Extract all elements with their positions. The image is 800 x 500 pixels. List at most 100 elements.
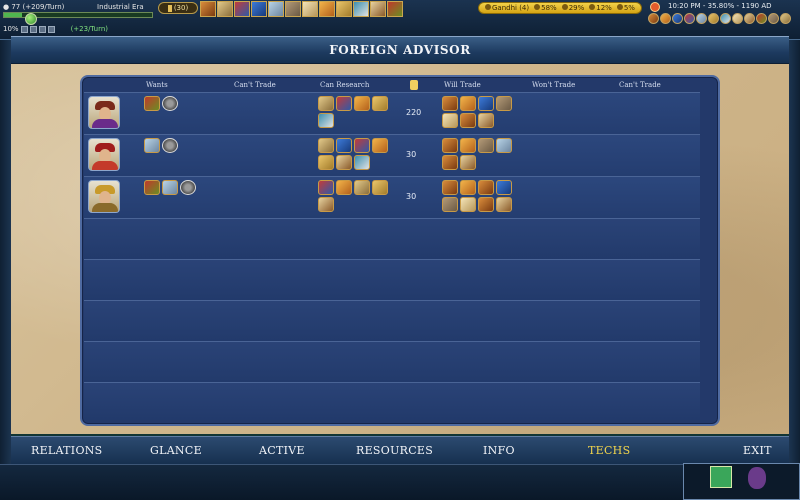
flag-icon[interactable] xyxy=(336,96,352,111)
wheat-icon[interactable] xyxy=(318,155,334,170)
culture-rate: (+23/Turn) xyxy=(70,25,108,33)
bread-icon[interactable] xyxy=(372,138,388,153)
compass-icon[interactable] xyxy=(336,155,352,170)
tech-apple-icon[interactable] xyxy=(387,1,403,17)
wheat-icon[interactable] xyxy=(372,96,388,111)
flag-icon[interactable] xyxy=(318,180,334,195)
compass-icon[interactable] xyxy=(162,138,178,153)
civ-icon xyxy=(485,4,491,10)
tech-bread-icon[interactable] xyxy=(319,1,335,17)
globe-icon[interactable] xyxy=(25,13,37,25)
gold-readout: ● 77 (+209/Turn) xyxy=(3,3,64,11)
tab-info[interactable]: INFO xyxy=(483,444,515,457)
tab-relations[interactable]: RELATIONS xyxy=(31,444,103,457)
flask-icon xyxy=(167,4,172,12)
scroll-icon[interactable] xyxy=(442,113,458,128)
tech-fish-icon[interactable] xyxy=(353,1,369,17)
civics-advisor-icon[interactable] xyxy=(672,13,683,24)
horse-icon[interactable] xyxy=(478,197,494,212)
tech-wheat-icon[interactable] xyxy=(336,1,352,17)
shield-icon[interactable] xyxy=(478,96,494,111)
gold-rate: 58% xyxy=(534,4,557,12)
main-menu-icon[interactable] xyxy=(650,2,660,12)
horse-icon[interactable] xyxy=(478,180,494,195)
tab-glance[interactable]: GLANCE xyxy=(150,444,202,457)
compass-icon[interactable] xyxy=(162,96,178,111)
stone-icon[interactable] xyxy=(496,96,512,111)
foreign-advisor-icon[interactable] xyxy=(684,13,695,24)
column-headers: Wants Can't Trade Can Research Will Trad… xyxy=(82,79,718,93)
leader-portrait-2[interactable] xyxy=(88,138,120,171)
finance-advisor-icon[interactable] xyxy=(660,13,671,24)
tab-techs[interactable]: TECHS xyxy=(588,444,630,457)
tech-flag-icon[interactable] xyxy=(234,1,250,17)
apple-icon[interactable] xyxy=(144,180,160,195)
bread-icon[interactable] xyxy=(336,180,352,195)
tech-advisor-icon[interactable] xyxy=(708,13,719,24)
bread-icon[interactable] xyxy=(460,96,476,111)
advisor-icons xyxy=(648,13,791,24)
wheat-icon[interactable] xyxy=(372,180,388,195)
fish-icon[interactable] xyxy=(318,113,334,128)
tech-scroll-icon[interactable] xyxy=(302,1,318,17)
horse-icon[interactable] xyxy=(442,155,458,170)
horse-icon[interactable] xyxy=(442,96,458,111)
gold-per-turn-value: 30 xyxy=(406,150,417,159)
slider-minus-button-2[interactable] xyxy=(38,25,46,33)
compass-icon[interactable] xyxy=(460,155,476,170)
tab-active[interactable]: ACTIVE xyxy=(259,444,305,457)
horse-icon[interactable] xyxy=(460,113,476,128)
tab-resources[interactable]: RESOURCES xyxy=(356,444,433,457)
scroll-icon[interactable] xyxy=(460,197,476,212)
commerce-slider-bar[interactable]: Gandhi (4) 58% 29% 12% 5% xyxy=(478,2,642,14)
info-advisor-icon[interactable] xyxy=(744,13,755,24)
leader-portrait-1[interactable] xyxy=(88,96,120,129)
minimap[interactable] xyxy=(683,463,800,500)
stone-icon[interactable] xyxy=(478,138,494,153)
military-advisor-icon[interactable] xyxy=(696,13,707,24)
victory-advisor-icon[interactable] xyxy=(732,13,743,24)
gears-icon[interactable] xyxy=(144,138,160,153)
compass-icon[interactable] xyxy=(478,113,494,128)
compass-icon[interactable] xyxy=(318,197,334,212)
shield-icon[interactable] xyxy=(336,138,352,153)
tech-stone-icon[interactable] xyxy=(285,1,301,17)
religion-advisor-icon[interactable] xyxy=(720,13,731,24)
columns-icon[interactable] xyxy=(354,180,370,195)
exit-button[interactable]: EXIT xyxy=(743,444,772,457)
shield-icon[interactable] xyxy=(496,180,512,195)
fish-icon[interactable] xyxy=(354,155,370,170)
tech-horse-icon[interactable] xyxy=(200,1,216,17)
gears-icon[interactable] xyxy=(162,180,178,195)
tech-compass-icon[interactable] xyxy=(370,1,386,17)
bread-icon[interactable] xyxy=(460,180,476,195)
stone-icon[interactable] xyxy=(442,197,458,212)
horse-icon[interactable] xyxy=(442,180,458,195)
horse-icon[interactable] xyxy=(442,138,458,153)
slider-plus-button-2[interactable] xyxy=(47,25,55,33)
corporation-advisor-icon[interactable] xyxy=(768,13,779,24)
columns-icon[interactable] xyxy=(318,138,334,153)
tech-columns-icon[interactable] xyxy=(217,1,233,17)
bread-icon[interactable] xyxy=(460,138,476,153)
hud-status-block: ● 77 (+209/Turn) Industrial Era 10% (+23… xyxy=(3,2,153,38)
slider-minus-button[interactable] xyxy=(20,25,28,33)
espionage-advisor-icon[interactable] xyxy=(756,13,767,24)
advisor-tab-bar: RELATIONS GLANCE ACTIVE RESOURCES INFO T… xyxy=(11,436,789,464)
research-turns: (30) xyxy=(173,4,189,12)
bread-icon[interactable] xyxy=(354,96,370,111)
apple-icon[interactable] xyxy=(144,96,160,111)
compass-icon[interactable] xyxy=(180,180,196,195)
slider-plus-button[interactable] xyxy=(29,25,37,33)
domestic-advisor-icon[interactable] xyxy=(648,13,659,24)
research-turns-pill[interactable]: (30) xyxy=(158,2,198,14)
leader-portrait-3[interactable] xyxy=(88,180,120,213)
flag-icon[interactable] xyxy=(354,138,370,153)
gears-icon[interactable] xyxy=(496,138,512,153)
compass-icon[interactable] xyxy=(496,197,512,212)
columns-icon[interactable] xyxy=(318,96,334,111)
can-research-icons xyxy=(318,180,398,212)
tech-shield-icon[interactable] xyxy=(251,1,267,17)
stats-advisor-icon[interactable] xyxy=(780,13,791,24)
tech-gears-icon[interactable] xyxy=(268,1,284,17)
